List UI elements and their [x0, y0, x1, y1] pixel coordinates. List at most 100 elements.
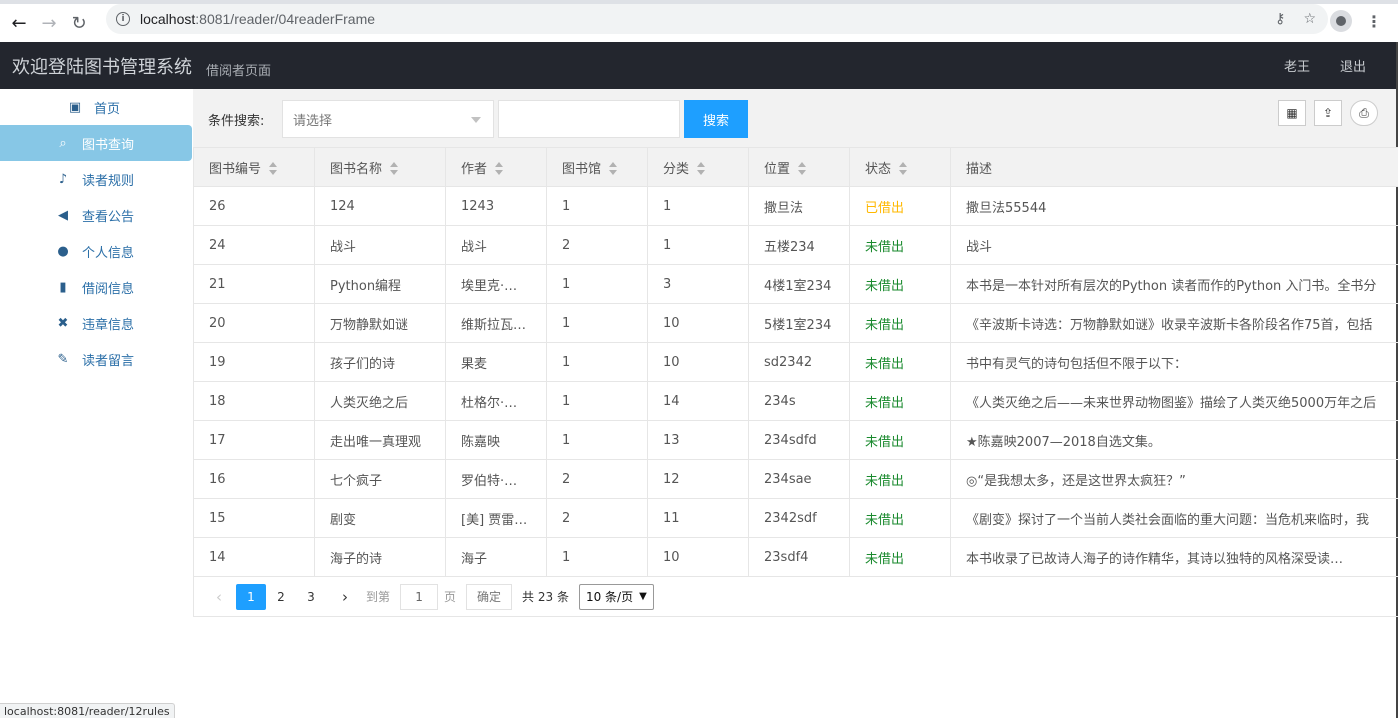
search-input[interactable] — [498, 100, 680, 138]
page-subtitle: 借阅者页面 — [206, 64, 272, 79]
pagination: ‹ 1 2 3 › 到第 1 页 确定 共 23 条 10 条/页 ▼ — [193, 577, 1398, 617]
table-cell: 埃里克·… — [445, 264, 547, 304]
table-row[interactable]: 15 剧变 [美] 贾雷… 2 11 2342sdf 未借出 《剧变》探讨了一个当前人类社会… — [193, 498, 1398, 538]
pencil-icon: ✎ — [57, 351, 69, 367]
user-name-link[interactable]: 老王 — [1284, 56, 1310, 75]
sidebar-item-messages[interactable]: ✎ 读者留言 — [0, 341, 192, 377]
url-text[interactable]: localhost:8081/reader/04readerFrame — [140, 11, 375, 27]
sidebar-item-label: 读者规则 — [82, 173, 135, 189]
table-cell: 走出唯一真理观 — [314, 420, 446, 460]
sort-icon[interactable] — [697, 162, 706, 176]
table-cell: 1 — [546, 264, 648, 304]
sort-icon[interactable] — [609, 162, 618, 176]
sidebar-item-label: 违章信息 — [82, 317, 135, 333]
table-cell: 七个疯子 — [314, 459, 446, 499]
image-icon: ▣ — [68, 99, 82, 115]
goto-label: 到第 — [366, 590, 391, 604]
table-cell: 16 — [193, 459, 315, 499]
bullhorn-icon: ◀ — [58, 207, 68, 223]
status-cell: 已借出 — [849, 186, 951, 226]
page-button-current[interactable]: 1 — [236, 583, 266, 610]
goto-page-input[interactable]: 1 — [400, 583, 439, 610]
page-size-value: 10 条/页 — [585, 590, 634, 604]
status-cell: 未借出 — [849, 459, 951, 499]
back-arrow-icon[interactable]: ← — [4, 8, 34, 38]
search-icon: ⌕ — [59, 135, 67, 151]
columns-filter-icon[interactable]: ▦ — [1278, 100, 1306, 126]
sidebar-item-profile[interactable]: ● 个人信息 — [0, 233, 192, 269]
sort-icon[interactable] — [899, 162, 908, 176]
sort-icon[interactable] — [495, 162, 504, 176]
table-cell: 海子的诗 — [314, 537, 446, 577]
reload-icon[interactable]: ↻ — [64, 8, 94, 38]
sidebar-item-label: 借阅信息 — [82, 281, 135, 297]
sidebar-item-label: 读者留言 — [82, 353, 135, 369]
sort-icon[interactable] — [798, 162, 807, 176]
info-icon[interactable]: i — [116, 12, 130, 26]
table-row[interactable]: 18 人类灭绝之后 杜格尔·… 1 14 234s 未借出 《人类灭绝之后——未来世界动物图鉴… — [193, 381, 1398, 421]
more-menu-icon[interactable]: ⋮ — [1366, 12, 1382, 31]
sidebar-item-announcements[interactable]: ◀ 查看公告 — [0, 197, 192, 233]
book-table: 图书编号 图书名称 作者 图书馆 分类 位置 状态 描述 26 124 1243 1 1… — [193, 147, 1398, 577]
table-cell: 124 — [314, 186, 446, 226]
table-row[interactable]: 16 七个疯子 罗伯特·… 2 12 234sae 未借出 ◎“是我想太多，还是这世界太疯狂？… — [193, 459, 1398, 499]
column-header[interactable]: 分类 — [647, 147, 749, 187]
book-icon: ▮ — [59, 279, 67, 295]
remove-icon: ✖ — [57, 315, 69, 331]
sidebar-item-violations[interactable]: ✖ 违章信息 — [0, 305, 192, 341]
table-row[interactable]: 20 万物静默如谜 维斯拉瓦… 1 10 5楼1室234 未借出 《辛波斯卡诗选：万物静默如谜… — [193, 303, 1398, 343]
column-header[interactable]: 作者 — [445, 147, 547, 187]
status-cell: 未借出 — [849, 420, 951, 460]
table-row[interactable]: 21 Python编程 埃里克·… 1 3 4楼1室234 未借出 本书是一本针对所有层次的P… — [193, 264, 1398, 304]
caret-down-icon — [471, 117, 481, 123]
table-cell: 234sdfd — [748, 420, 850, 460]
app-title: 欢迎登陆图书管理系统 — [12, 56, 192, 78]
forward-arrow-icon[interactable]: → — [34, 8, 64, 38]
table-row[interactable]: 19 孩子们的诗 果麦 1 10 sd2342 未借出 书中有灵气的诗句包括但不限于以下： — [193, 342, 1398, 382]
table-cell: sd2342 — [748, 342, 850, 382]
export-icon[interactable]: ⇪ — [1314, 100, 1342, 126]
table-row[interactable]: 14 海子的诗 海子 1 10 23sdf4 未借出 本书收录了已故诗人海子的诗作精华，其诗以… — [193, 537, 1398, 577]
table-cell: 1 — [546, 303, 648, 343]
sidebar-item-home[interactable]: ▣ 首页 — [0, 89, 192, 125]
bell-icon: ♪ — [58, 171, 68, 187]
column-header[interactable]: 状态 — [849, 147, 951, 187]
sidebar-item-book-search[interactable]: ⌕ 图书查询 — [0, 125, 192, 161]
sort-icon[interactable] — [390, 162, 399, 176]
column-header-label: 图书编号 — [209, 161, 262, 177]
page-size-select[interactable]: 10 条/页 ▼ — [578, 583, 654, 610]
next-page-icon[interactable]: › — [330, 584, 360, 610]
column-header-label: 状态 — [865, 161, 892, 177]
page-button[interactable]: 2 — [266, 584, 296, 610]
table-row[interactable]: 24 战斗 战斗 2 1 五楼234 未借出 战斗 — [193, 225, 1398, 265]
table-cell: 果麦 — [445, 342, 547, 382]
prev-page-icon[interactable]: ‹ — [204, 584, 234, 610]
table-row[interactable]: 26 124 1243 1 1 撒旦法 已借出 撒旦法55544 — [193, 186, 1398, 226]
column-header[interactable]: 位置 — [748, 147, 850, 187]
address-bar[interactable]: i localhost:8081/reader/04readerFrame ⚷ … — [106, 4, 1328, 34]
table-cell: 战斗 — [314, 225, 446, 265]
table-row[interactable]: 17 走出唯一真理观 陈嘉映 1 13 234sdfd 未借出 ★陈嘉映2007—2018自选… — [193, 420, 1398, 460]
goto-confirm-button[interactable]: 确定 — [466, 583, 513, 610]
table-cell: 12 — [647, 459, 749, 499]
print-icon[interactable]: ⎙ — [1350, 100, 1378, 126]
key-icon[interactable]: ⚷ — [1275, 11, 1285, 27]
logout-link[interactable]: 退出 — [1340, 56, 1366, 75]
star-icon[interactable]: ☆ — [1303, 11, 1316, 27]
sort-icon[interactable] — [269, 162, 278, 176]
profile-avatar-icon[interactable] — [1330, 10, 1352, 32]
table-cell: 人类灭绝之后 — [314, 381, 446, 421]
column-header[interactable]: 图书名称 — [314, 147, 446, 187]
column-header[interactable]: 图书馆 — [546, 147, 648, 187]
table-cell: 15 — [193, 498, 315, 538]
table-cell: 撒旦法55544 — [950, 186, 1398, 226]
search-button[interactable]: 搜索 — [684, 100, 748, 138]
search-condition-select[interactable]: 请选择 — [282, 100, 494, 138]
status-cell: 未借出 — [849, 537, 951, 577]
page-button[interactable]: 3 — [296, 584, 326, 610]
sidebar-item-borrow-info[interactable]: ▮ 借阅信息 — [0, 269, 192, 305]
table-cell: 书中有灵气的诗句包括但不限于以下： — [950, 342, 1398, 382]
table-cell: 孩子们的诗 — [314, 342, 446, 382]
sidebar-item-reader-rules[interactable]: ♪ 读者规则 — [0, 161, 192, 197]
column-header[interactable]: 图书编号 — [193, 147, 315, 187]
